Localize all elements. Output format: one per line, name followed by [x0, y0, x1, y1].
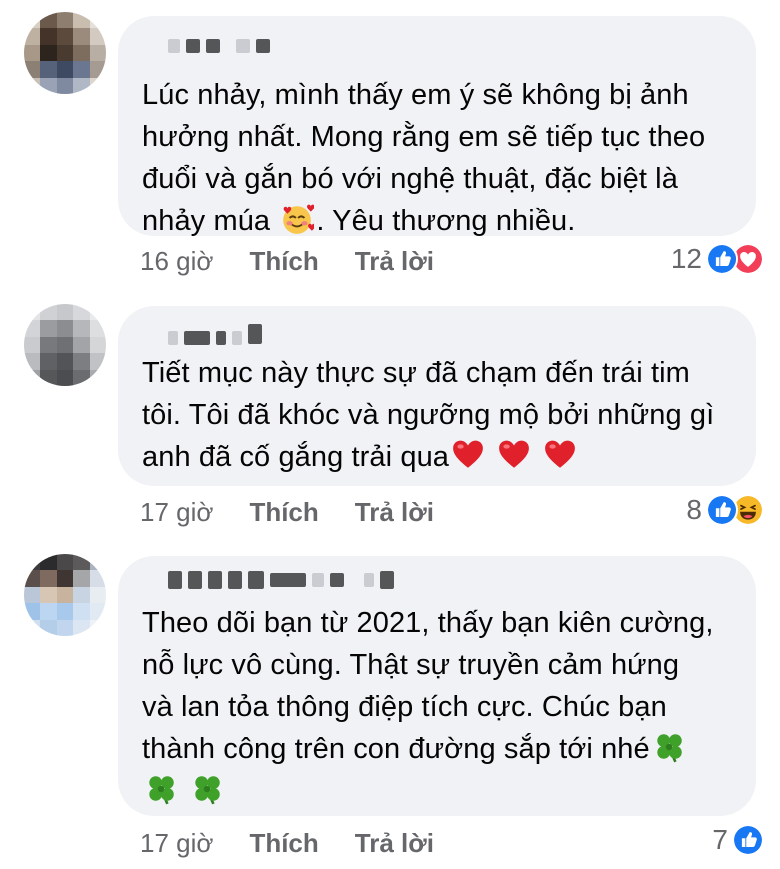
comment-bubble: Theo dõi bạn từ 2021, thấy bạn kiên cườn…	[118, 556, 756, 816]
like-button[interactable]: Thích	[249, 497, 318, 528]
comment-text: Lúc nhảy, mình thấy em ý sẽ không bị ảnh…	[142, 79, 706, 237]
red-heart-icon	[543, 438, 577, 472]
comment-timestamp[interactable]: 17 giờ	[140, 828, 213, 859]
reaction-count: 12	[670, 243, 702, 274]
author-name-obscured[interactable]	[168, 324, 262, 346]
author-name-obscured[interactable]	[168, 571, 394, 589]
comment-timestamp[interactable]: 17 giờ	[140, 497, 213, 528]
smiling-face-with-hearts-icon	[280, 202, 314, 236]
comment-actions: 17 giờ Thích Trả lời	[140, 495, 470, 529]
avatar[interactable]	[24, 304, 106, 386]
reaction-summary[interactable]: 8	[686, 492, 764, 528]
comment-timestamp[interactable]: 16 giờ	[140, 246, 213, 277]
reply-button[interactable]: Trả lời	[355, 497, 434, 528]
avatar[interactable]	[24, 554, 106, 636]
comment-bubble: Lúc nhảy, mình thấy em ý sẽ không bị ảnh…	[118, 16, 756, 237]
reaction-summary[interactable]: 7	[712, 822, 764, 858]
comment-actions: 16 giờ Thích Trả lời	[140, 244, 470, 278]
four-leaf-clover-icon	[190, 772, 224, 806]
four-leaf-clover-icon	[144, 772, 178, 806]
author-name-obscured[interactable]	[168, 38, 270, 54]
reaction-summary[interactable]: 12	[671, 241, 764, 277]
comment-text: Theo dõi bạn từ 2021, thấy bạn kiên cườn…	[142, 602, 728, 812]
red-heart-icon	[451, 438, 485, 472]
red-heart-icon	[497, 438, 531, 472]
comment-bubble: Tiết mục này thực sự đã chạm đến trái ti…	[118, 306, 756, 486]
like-icon	[706, 494, 738, 526]
like-button[interactable]: Thích	[249, 828, 318, 859]
comment-text: Tiết mục này thực sự đã chạm đến trái ti…	[142, 357, 715, 473]
like-icon	[732, 824, 764, 856]
like-icon	[706, 243, 738, 275]
four-leaf-clover-icon	[652, 730, 686, 764]
reaction-count: 8	[686, 494, 702, 525]
avatar[interactable]	[24, 12, 106, 94]
like-button[interactable]: Thích	[249, 246, 318, 277]
comment-actions: 17 giờ Thích Trả lời	[140, 826, 470, 860]
reaction-count: 7	[712, 824, 728, 855]
reply-button[interactable]: Trả lời	[355, 246, 434, 277]
reply-button[interactable]: Trả lời	[355, 828, 434, 859]
